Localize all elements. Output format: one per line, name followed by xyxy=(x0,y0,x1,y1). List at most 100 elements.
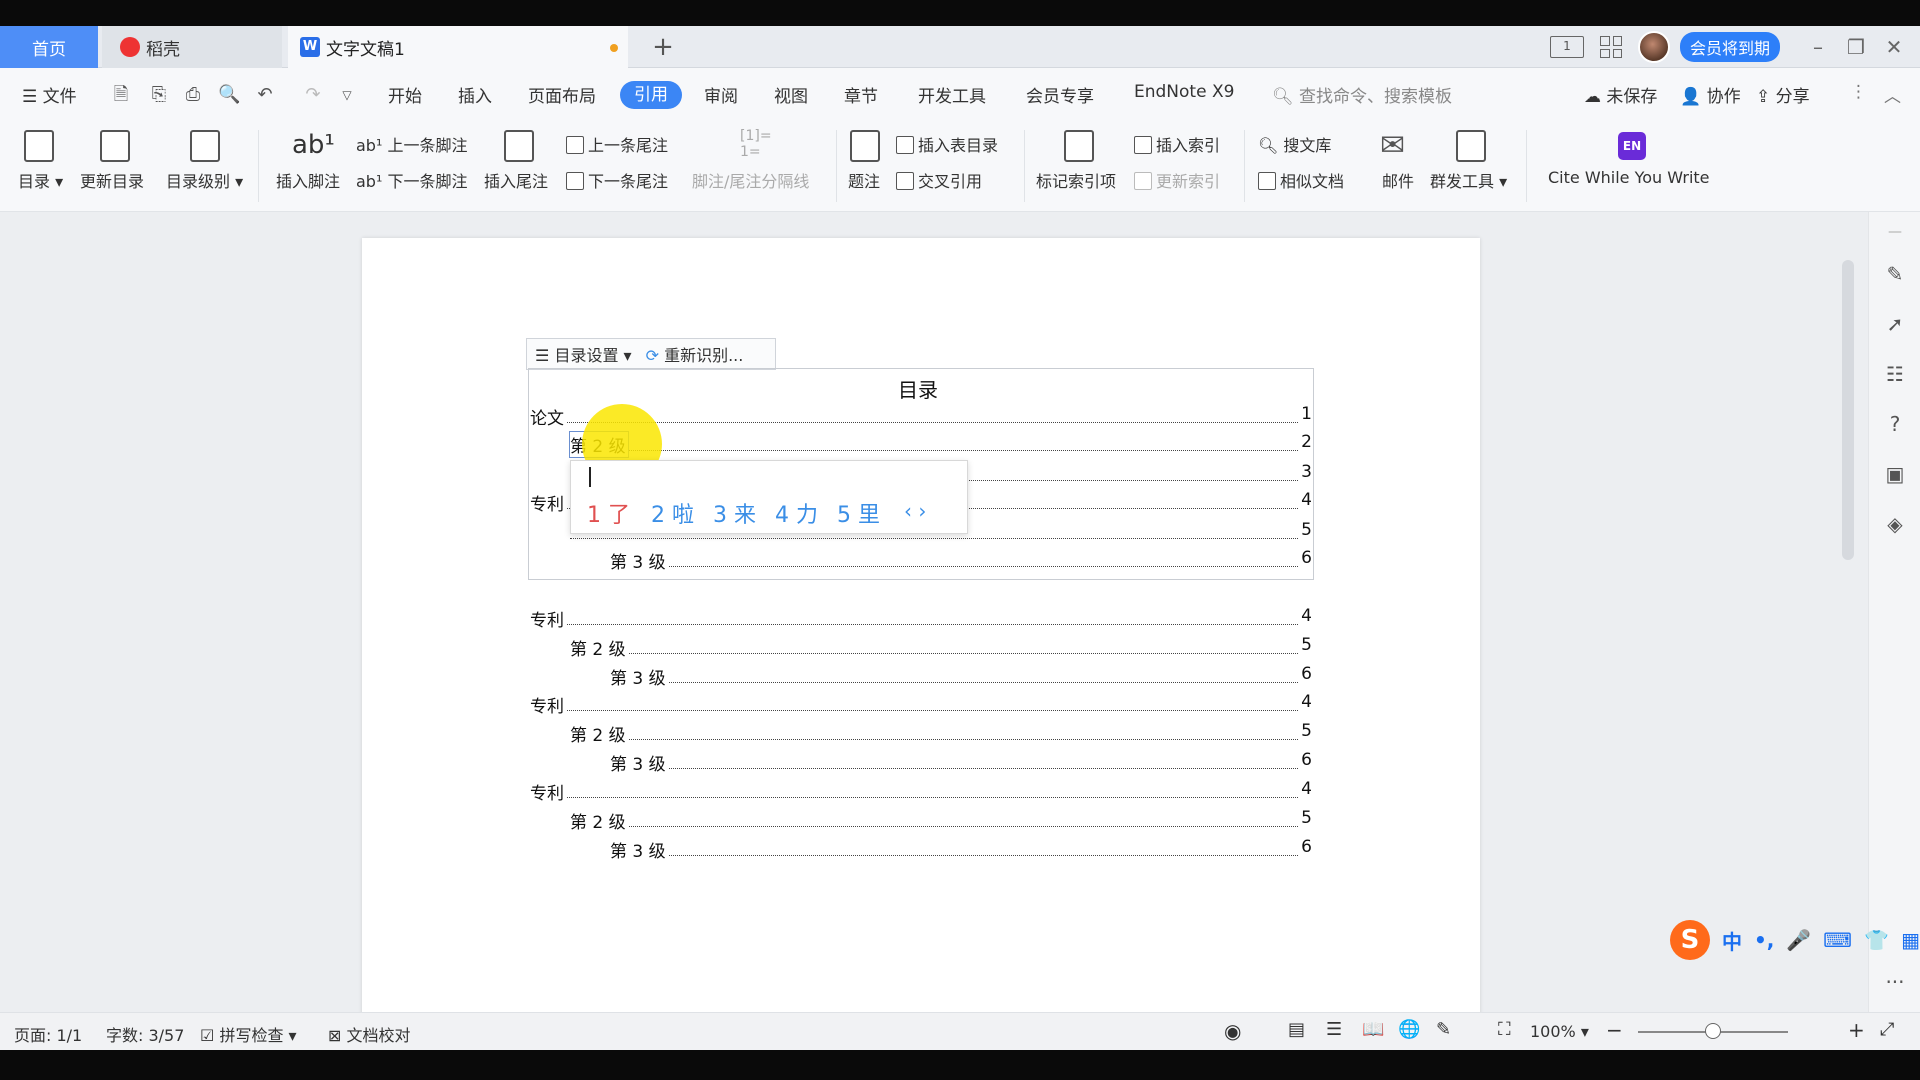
print-preview-icon[interactable]: 🔍 xyxy=(218,84,240,106)
pen-icon[interactable]: ✎ xyxy=(1883,262,1907,286)
prev-footnote-button[interactable]: ab¹ 上一条脚注 xyxy=(356,132,467,156)
ime-candidate[interactable]: 3 来 xyxy=(713,497,756,529)
menu-endnote[interactable]: EndNote X9 xyxy=(1134,82,1234,102)
toc-level-button[interactable]: 目录级别 ▾ xyxy=(166,168,243,192)
zoom-level[interactable]: 100% ▾ xyxy=(1530,1022,1589,1041)
ime-skin-icon[interactable]: 👕 xyxy=(1864,928,1889,952)
insert-endnote-button[interactable]: 插入尾注 xyxy=(484,168,548,192)
ime-punct-icon[interactable]: •, xyxy=(1754,928,1774,952)
quick-access-dropdown-icon[interactable]: ▽ xyxy=(336,84,358,106)
member-expiring-button[interactable]: 会员将到期 xyxy=(1680,32,1781,62)
new-tab-button[interactable]: + xyxy=(648,26,678,68)
toc-button[interactable]: 目录 ▾ xyxy=(18,168,63,192)
write-mode-icon[interactable]: ✎ xyxy=(1436,1019,1451,1040)
save-icon[interactable]: 🗎 xyxy=(110,84,132,106)
menu-view[interactable]: 视图 xyxy=(774,82,808,107)
zoom-in-icon[interactable]: + xyxy=(1848,1018,1865,1042)
eye-protection-icon[interactable]: ◉ xyxy=(1224,1019,1241,1043)
spell-check-button[interactable]: ☑ 拼写检查 ▾ xyxy=(200,1022,297,1046)
search-library-button[interactable]: 🔍︎ 搜文库 xyxy=(1258,132,1331,156)
update-toc-button[interactable]: 更新目录 xyxy=(80,168,144,192)
mark-index-button[interactable]: 标记索引项 xyxy=(1036,168,1116,192)
outline-view-icon[interactable]: ☰ xyxy=(1326,1019,1342,1040)
undo-icon[interactable]: ↶ xyxy=(254,84,276,106)
settings-sliders-icon[interactable]: ☷ xyxy=(1883,362,1907,386)
insert-index-button[interactable]: 插入索引 xyxy=(1134,132,1220,156)
toc-entry[interactable]: 第 2 级 5 xyxy=(570,721,1312,746)
minimize-icon[interactable]: – xyxy=(1800,35,1836,59)
web-view-icon[interactable]: 🌐 xyxy=(1398,1019,1420,1040)
unsaved-button[interactable]: ☁ 未保存 xyxy=(1584,82,1657,107)
cite-while-you-write-button[interactable]: Cite While You Write xyxy=(1548,168,1710,187)
insert-table-toc-button[interactable]: 插入表目录 xyxy=(896,132,998,156)
avatar[interactable] xyxy=(1638,31,1670,63)
reading-view-icon[interactable]: 📖 xyxy=(1362,1019,1384,1040)
menu-page-layout[interactable]: 页面布局 xyxy=(528,82,596,107)
tab-home[interactable]: 首页 xyxy=(0,26,98,68)
close-icon[interactable]: ✕ xyxy=(1876,35,1912,59)
scroll-thumb[interactable] xyxy=(1842,260,1854,560)
menu-start[interactable]: 开始 xyxy=(388,82,422,107)
toc-settings-button[interactable]: ☰ 目录设置 ▾ xyxy=(535,342,632,366)
fit-page-icon[interactable]: ⛶ xyxy=(1498,1019,1511,1040)
doc-proof-button[interactable]: ⊠ 文档校对 xyxy=(328,1022,411,1046)
menu-developer[interactable]: 开发工具 xyxy=(918,82,986,107)
cross-reference-button[interactable]: 交叉引用 xyxy=(896,168,982,192)
ime-candidate[interactable]: 2 啦 xyxy=(651,497,694,529)
ime-chinese-mode[interactable]: 中 xyxy=(1722,926,1742,955)
toc-entry[interactable]: 第 3 级 6 xyxy=(610,750,1312,775)
export-icon[interactable]: ⎘ xyxy=(148,84,170,106)
ime-keyboard-icon[interactable]: ⌨ xyxy=(1823,928,1852,952)
reidentify-button[interactable]: ⟳ 重新识别... xyxy=(646,342,744,366)
ime-toolbox-icon[interactable]: ▦ xyxy=(1901,928,1920,952)
menu-review[interactable]: 审阅 xyxy=(704,82,738,107)
toc-entry[interactable]: 第 2 级 5 xyxy=(570,635,1312,660)
tab-daoke[interactable]: 稻壳 xyxy=(102,26,282,68)
collab-button[interactable]: 👤 协作 xyxy=(1680,82,1741,107)
fullscreen-icon[interactable]: ⤢ xyxy=(1880,1019,1894,1040)
toc-entry[interactable]: 第 2 级2 xyxy=(569,431,1312,458)
select-cursor-icon[interactable]: ➚ xyxy=(1883,312,1907,336)
toc-entry[interactable]: 第 3 级 6 xyxy=(610,548,1312,573)
print-icon[interactable]: ⎙ xyxy=(182,84,204,106)
apps-grid-icon[interactable] xyxy=(1600,36,1622,58)
page-view-icon[interactable]: ▤ xyxy=(1288,1019,1305,1040)
mail-button[interactable]: 邮件 xyxy=(1382,168,1414,192)
zoom-out-icon[interactable]: − xyxy=(1606,1018,1623,1042)
ime-candidate[interactable]: 5 里 xyxy=(837,497,880,529)
toc-entry[interactable]: 第 3 级 6 xyxy=(610,664,1312,689)
ime-page-arrows[interactable]: ‹ › xyxy=(904,499,926,523)
redo-icon[interactable]: ↷ xyxy=(302,84,324,106)
image-edit-icon[interactable]: ▣ xyxy=(1883,462,1907,486)
toc-entry[interactable]: 专利 4 xyxy=(530,606,1312,631)
ime-candidate[interactable]: 4 力 xyxy=(775,497,818,529)
tab-document[interactable]: W 文字文稿1 xyxy=(288,26,628,68)
menu-insert[interactable]: 插入 xyxy=(458,82,492,107)
next-footnote-button[interactable]: ab¹ 下一条脚注 xyxy=(356,168,467,192)
help-icon[interactable]: ? xyxy=(1883,412,1907,436)
toc-entry[interactable]: 专利 4 xyxy=(530,779,1312,804)
menu-references[interactable]: 引用 xyxy=(620,81,682,109)
vertical-scrollbar[interactable] xyxy=(1840,222,1856,922)
collapse-ribbon-icon[interactable]: ︿ xyxy=(1884,82,1901,107)
more-icon[interactable]: ⋮ xyxy=(1850,82,1867,102)
next-endnote-button[interactable]: 下一条尾注 xyxy=(566,168,668,192)
toc-entry[interactable]: 专利 4 xyxy=(530,692,1312,717)
word-count[interactable]: 字数: 3/57 xyxy=(106,1022,184,1046)
file-menu[interactable]: ☰ 文件 xyxy=(22,82,77,107)
toc-entry[interactable]: 第 3 级 6 xyxy=(610,837,1312,862)
caption-button[interactable]: 题注 xyxy=(848,168,880,192)
ime-candidate[interactable]: 1 了 xyxy=(587,497,630,529)
insert-footnote-button[interactable]: 插入脚注 xyxy=(276,168,340,192)
restore-icon[interactable]: ❐ xyxy=(1838,35,1874,59)
prev-endnote-button[interactable]: 上一条尾注 xyxy=(566,132,668,156)
footnote-separator-button[interactable]: 脚注/尾注分隔线 xyxy=(692,168,809,192)
menu-chapter[interactable]: 章节 xyxy=(844,82,878,107)
ime-voice-icon[interactable]: 🎤 xyxy=(1786,928,1811,952)
similar-docs-button[interactable]: 相似文档 xyxy=(1258,168,1344,192)
menu-member[interactable]: 会员专享 xyxy=(1026,82,1094,107)
zoom-slider-knob[interactable] xyxy=(1705,1023,1721,1039)
reading-layout-icon[interactable]: 1 xyxy=(1550,36,1584,58)
command-search[interactable]: 🔍︎ 查找命令、搜索模板 xyxy=(1272,82,1452,107)
more-dots-icon[interactable]: ··· xyxy=(1883,970,1907,994)
